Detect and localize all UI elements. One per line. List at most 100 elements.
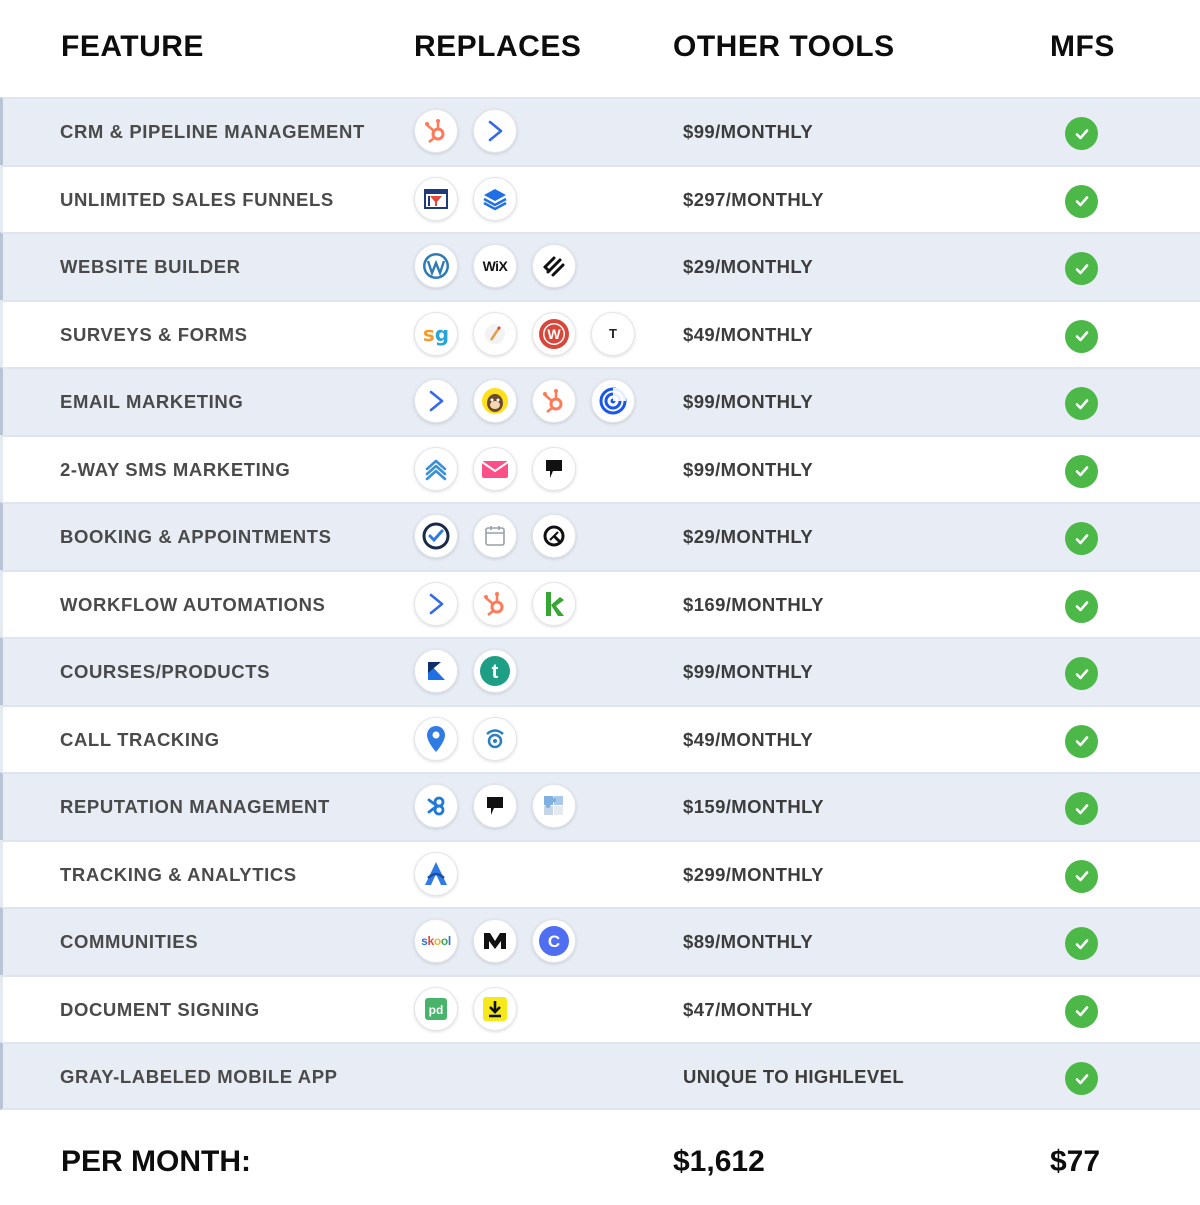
table-row: COMMUNITIES skool C $89/MONTHLY xyxy=(0,907,1200,975)
check-icon xyxy=(1065,792,1098,825)
download-icon xyxy=(473,986,517,1031)
check-icon xyxy=(1065,927,1098,960)
feature-label: WORKFLOW AUTOMATIONS xyxy=(60,593,326,615)
kajabi-icon xyxy=(414,649,458,693)
check-icon xyxy=(1065,589,1098,623)
skool-icon: skool xyxy=(414,919,458,963)
podium-icon xyxy=(473,784,517,828)
header-replaces: REPLACES xyxy=(414,30,582,63)
check-icon xyxy=(1065,657,1098,690)
table-row: CALL TRACKING $49/MONTHLY xyxy=(0,704,1200,772)
calendar-icon xyxy=(473,514,517,558)
hubspot-icon xyxy=(414,109,458,153)
other-tools-price: $29/MONTHLY xyxy=(683,526,814,547)
activecampaign-icon xyxy=(414,581,458,626)
hubspot-icon xyxy=(473,581,517,626)
check-icon xyxy=(1065,319,1098,353)
table-row: 2-WAY SMS MARKETING $99/MONTHLY xyxy=(0,434,1200,502)
table-row: WORKFLOW AUTOMATIONS $169/MONTHLY xyxy=(0,569,1200,637)
svg-text:t: t xyxy=(492,661,499,683)
other-tools-price: $159/MONTHLY xyxy=(683,796,824,817)
other-tools-price: $99/MONTHLY xyxy=(683,458,814,480)
other-tools-price: $169/MONTHLY xyxy=(683,593,824,615)
other-tools-price: UNIQUE TO HIGHLEVEL xyxy=(683,1066,905,1087)
header-feature: FEATURE xyxy=(61,30,204,63)
feature-label: CRM & PIPELINE MANAGEMENT xyxy=(60,121,365,142)
table-row: WEBSITE BUILDER WiX $29/MONTHLY xyxy=(0,232,1200,300)
mailchimp-icon xyxy=(473,379,517,423)
table-row: DOCUMENT SIGNING pd $47/MONTHLY xyxy=(0,974,1200,1042)
activecampaign-icon xyxy=(414,379,458,423)
check-icon xyxy=(1065,859,1098,893)
svg-text:C: C xyxy=(548,932,560,951)
mighty-icon xyxy=(473,919,517,963)
wave-icon xyxy=(414,446,458,491)
puzzle-icon xyxy=(532,784,576,828)
footer-mfs-total: $77 xyxy=(1050,1145,1101,1178)
typeform-icon: T xyxy=(591,311,635,356)
acuity-icon xyxy=(532,514,576,558)
check-icon xyxy=(1065,387,1098,420)
table-row: EMAIL MARKETING $99/MONTHLY xyxy=(0,367,1200,435)
other-tools-price: $29/MONTHLY xyxy=(683,256,814,277)
table-row: REPUTATION MANAGEMENT $159/MONTHLY xyxy=(0,772,1200,840)
pencil-icon xyxy=(473,311,517,356)
other-tools-price: $99/MONTHLY xyxy=(683,121,814,142)
other-tools-price: $49/MONTHLY xyxy=(683,323,814,345)
wix-icon: WiX xyxy=(473,244,517,288)
surveygizmo-icon: sg xyxy=(414,311,458,356)
wordpress-icon xyxy=(414,244,458,288)
feature-label: COMMUNITIES xyxy=(60,931,199,952)
feature-label: BOOKING & APPOINTMENTS xyxy=(60,526,332,547)
callrail-icon xyxy=(473,716,517,761)
check-icon xyxy=(1065,117,1098,150)
feature-label: UNLIMITED SALES FUNNELS xyxy=(60,188,334,210)
check-icon xyxy=(1065,1062,1098,1095)
other-tools-price: $47/MONTHLY xyxy=(683,998,814,1020)
table-header: FEATURE REPLACES OTHER TOOLS MFS xyxy=(0,0,1200,97)
svg-text:pd: pd xyxy=(429,1003,444,1017)
comparison-table: CRM & PIPELINE MANAGEMENT $99/MONTHLY UNLI… xyxy=(0,97,1200,1110)
feature-label: TRACKING & ANALYTICS xyxy=(60,863,297,885)
table-footer: PER MONTH: $1,612 $77 xyxy=(0,1110,1200,1205)
constantcontact-icon xyxy=(591,379,635,423)
envelope-icon xyxy=(473,446,517,491)
teachable-icon: t xyxy=(473,649,517,693)
header-mfs: MFS xyxy=(1050,30,1115,63)
other-tools-price: $99/MONTHLY xyxy=(683,391,814,412)
feature-label: WEBSITE BUILDER xyxy=(60,256,241,277)
footer-label: PER MONTH: xyxy=(61,1145,251,1178)
table-row: UNLIMITED SALES FUNNELS $297/MONTHLY xyxy=(0,164,1200,232)
svg-text:W: W xyxy=(547,326,561,342)
other-tools-price: $99/MONTHLY xyxy=(683,661,814,682)
table-row: BOOKING & APPOINTMENTS $29/MONTHLY xyxy=(0,502,1200,570)
check-icon xyxy=(1065,724,1098,758)
birdeye-icon xyxy=(414,784,458,828)
feature-label: GRAY-LABELED MOBILE APP xyxy=(60,1066,338,1087)
check-icon xyxy=(1065,994,1098,1028)
check-icon xyxy=(1065,522,1098,555)
feature-label: EMAIL MARKETING xyxy=(60,391,244,412)
footer-other-total: $1,612 xyxy=(673,1145,765,1178)
pandadoc-icon: pd xyxy=(414,986,458,1031)
feature-label: CALL TRACKING xyxy=(60,728,220,750)
hubspot-icon xyxy=(532,379,576,423)
feature-label: SURVEYS & FORMS xyxy=(60,323,248,345)
table-row: SURVEYS & FORMS sg W T $49/MONTHLY xyxy=(0,299,1200,367)
activecampaign-icon xyxy=(473,109,517,153)
header-other-tools: OTHER TOOLS xyxy=(673,30,895,63)
layers-icon xyxy=(473,176,517,221)
check-icon xyxy=(1065,184,1098,218)
table-row: COURSES/PRODUCTS t $99/MONTHLY xyxy=(0,637,1200,705)
other-tools-price: $49/MONTHLY xyxy=(683,728,814,750)
check-icon xyxy=(1065,454,1098,488)
podium-icon xyxy=(532,446,576,491)
analytics-icon xyxy=(414,851,458,896)
keap-icon xyxy=(532,581,576,626)
feature-label: COURSES/PRODUCTS xyxy=(60,661,271,682)
circle-icon: C xyxy=(532,919,576,963)
wufoo-icon: W xyxy=(532,311,576,356)
feature-label: DOCUMENT SIGNING xyxy=(60,998,260,1020)
other-tools-price: $297/MONTHLY xyxy=(683,188,824,210)
table-row: GRAY-LABELED MOBILE APP UNIQUE TO HIGHLEV… xyxy=(0,1042,1200,1110)
